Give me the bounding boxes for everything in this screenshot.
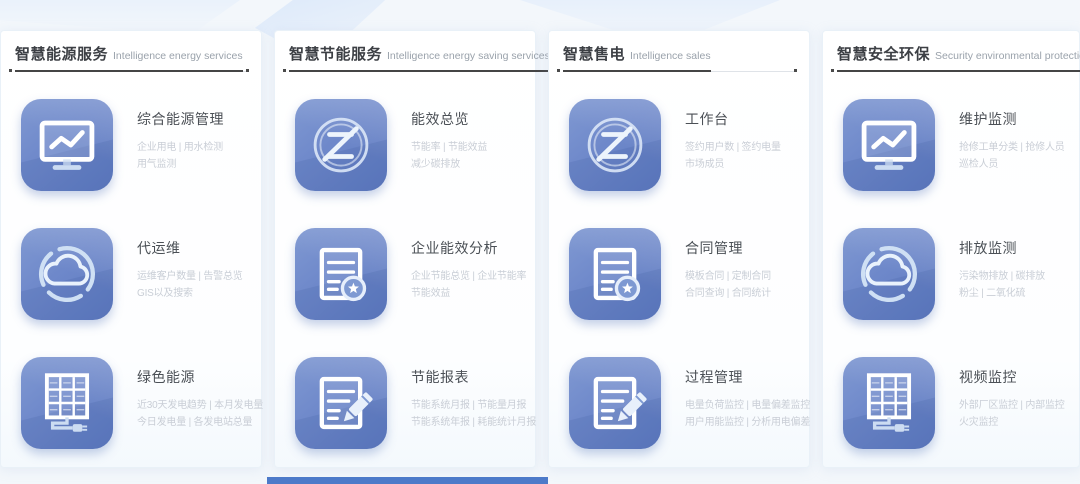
cloud-ops-icon [21, 228, 113, 320]
service-item-subtext-line2: 火灾监控 [959, 414, 1065, 431]
section-header: 智慧安全环保 Security environmental protection [831, 43, 1067, 72]
service-item[interactable]: 节能报表 节能系统月报 | 节能量月报 节能系统年报 | 耗能统计月报 [295, 357, 535, 449]
section-title: 智慧售电 [563, 43, 625, 64]
document-star-icon [295, 228, 387, 320]
service-item[interactable]: 维护监测 抢修工单分类 | 抢修人员 巡检人员 [843, 99, 1079, 191]
underline-dot-right [794, 69, 797, 72]
service-item-subtext-line2: 合同查询 | 合同统计 [685, 285, 771, 302]
service-item-subtext-line1: 节能系统月报 | 节能量月报 [411, 397, 535, 414]
service-item-subtext-line2: 节能效益 [411, 285, 526, 302]
document-pencil-icon [569, 357, 661, 449]
service-item-title: 节能报表 [411, 367, 535, 387]
service-item-title: 能效总览 [411, 109, 487, 129]
service-item-title: 工作台 [685, 109, 781, 129]
section-header: 智慧能源服务 Intelligence energy services [9, 43, 249, 72]
section-header: 智慧售电 Intelligence sales [557, 43, 797, 72]
service-item-subtext-line2: 今日发电量 | 各发电站总量 [137, 414, 261, 431]
service-item-title: 过程管理 [685, 367, 809, 387]
service-item-subtext-line2: GIS以及搜索 [137, 285, 243, 302]
service-item-subtext-line1: 运维客户数量 | 告警总览 [137, 268, 243, 285]
monitor-chart-icon [843, 99, 935, 191]
service-item[interactable]: 绿色能源 近30天发电趋势 | 本月发电量 今日发电量 | 各发电站总量 [21, 357, 261, 449]
section-header: 智慧节能服务 Intelligence energy saving servic… [283, 43, 523, 72]
section-title: 智慧安全环保 [837, 43, 930, 64]
section-title: 智慧节能服务 [289, 43, 382, 64]
section-subtitle: Intelligence energy saving services [387, 50, 550, 62]
section-title: 智慧能源服务 [15, 43, 108, 64]
solar-panel-icon [843, 357, 935, 449]
service-item-subtext-line1: 企业节能总览 | 企业节能率 [411, 268, 526, 285]
document-pencil-icon [295, 357, 387, 449]
service-item-subtext-line1: 污染物排放 | 碳排放 [959, 268, 1045, 285]
service-item-title: 视频监控 [959, 367, 1065, 387]
service-item-title: 企业能效分析 [411, 238, 526, 258]
service-item-subtext-line1: 外部厂区监控 | 内部监控 [959, 397, 1065, 414]
service-item-title: 合同管理 [685, 238, 771, 258]
service-item-subtext-line2: 市场成员 [685, 156, 781, 173]
column-safety-environment: 智慧安全环保 Security environmental protection… [822, 30, 1080, 468]
solar-panel-icon [21, 357, 113, 449]
underline-extension [711, 71, 794, 72]
service-item-subtext-line1: 签约用户数 | 签约电量 [685, 139, 781, 156]
cloud-ops-icon [843, 228, 935, 320]
service-item-subtext-line2: 节能系统年报 | 耗能统计月报 [411, 414, 535, 431]
section-subtitle: Intelligence energy services [113, 50, 243, 62]
service-item[interactable]: 企业能效分析 企业节能总览 | 企业节能率 节能效益 [295, 228, 535, 320]
service-item-subtext-line2: 巡检人员 [959, 156, 1065, 173]
column-energy-saving-services: 智慧节能服务 Intelligence energy saving servic… [274, 30, 536, 468]
service-item-subtext-line1: 近30天发电趋势 | 本月发电量 [137, 397, 261, 414]
underline-dot-left [557, 69, 560, 72]
z-logo-icon [295, 99, 387, 191]
underline-dot-left [283, 69, 286, 72]
service-item-title: 代运维 [137, 238, 243, 258]
background-wedge-decoration [0, 0, 240, 34]
service-item-title: 排放监测 [959, 238, 1045, 258]
service-item-subtext-line1: 企业用电 | 用水检测 [137, 139, 224, 156]
service-item-subtext-line1: 抢修工单分类 | 抢修人员 [959, 139, 1065, 156]
service-item-subtext-line1: 节能率 | 节能效益 [411, 139, 487, 156]
service-item-title: 绿色能源 [137, 367, 261, 387]
service-item-subtext-line1: 模板合同 | 定制合同 [685, 268, 771, 285]
service-item[interactable]: 能效总览 节能率 | 节能效益 减少碳排放 [295, 99, 535, 191]
service-item[interactable]: 综合能源管理 企业用电 | 用水检测 用气监测 [21, 99, 261, 191]
service-item-title: 综合能源管理 [137, 109, 224, 129]
service-item-subtext-line2: 用户用能监控 | 分析用电偏差 [685, 414, 809, 431]
underline-dot-left [9, 69, 12, 72]
column-electricity-sales: 智慧售电 Intelligence sales 工作台 签约用户数 | 签约电量… [548, 30, 810, 468]
service-item[interactable]: 视频监控 外部厂区监控 | 内部监控 火灾监控 [843, 357, 1079, 449]
service-item[interactable]: 过程管理 电量负荷监控 | 电量偏差监控 用户用能监控 | 分析用电偏差 [569, 357, 809, 449]
z-logo-icon [569, 99, 661, 191]
underline-dot-right [246, 69, 249, 72]
service-item[interactable]: 工作台 签约用户数 | 签约电量 市场成员 [569, 99, 809, 191]
monitor-chart-icon [21, 99, 113, 191]
bottom-blue-bar [267, 477, 548, 484]
section-subtitle: Security environmental protection [935, 50, 1080, 62]
service-item-subtext-line2: 用气监测 [137, 156, 224, 173]
service-item[interactable]: 合同管理 模板合同 | 定制合同 合同查询 | 合同统计 [569, 228, 809, 320]
service-item-subtext-line2: 粉尘 | 二氧化硫 [959, 285, 1045, 302]
service-item[interactable]: 代运维 运维客户数量 | 告警总览 GIS以及搜索 [21, 228, 261, 320]
column-energy-services: 智慧能源服务 Intelligence energy services 综合能源… [0, 30, 262, 468]
service-item-subtext-line2: 减少碳排放 [411, 156, 487, 173]
service-item[interactable]: 排放监测 污染物排放 | 碳排放 粉尘 | 二氧化硫 [843, 228, 1079, 320]
document-star-icon [569, 228, 661, 320]
underline-dot-left [831, 69, 834, 72]
service-item-title: 维护监测 [959, 109, 1065, 129]
section-subtitle: Intelligence sales [630, 50, 711, 62]
service-item-subtext-line1: 电量负荷监控 | 电量偏差监控 [685, 397, 809, 414]
